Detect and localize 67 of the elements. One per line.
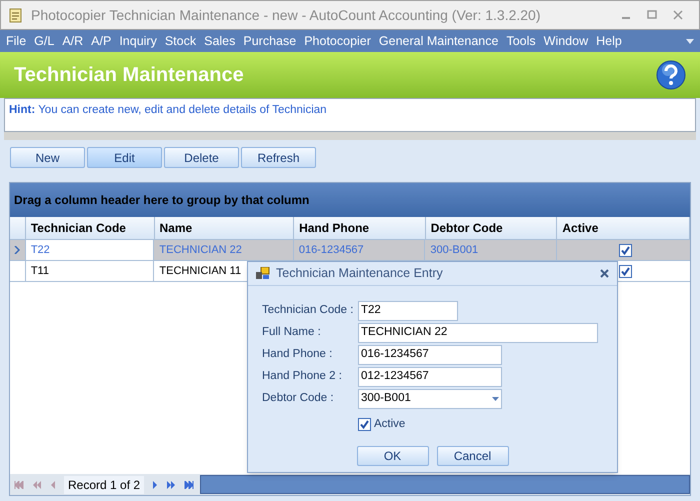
close-icon[interactable]: [600, 269, 609, 278]
field-label: Debtor Code :: [262, 390, 335, 406]
dropdown-icon[interactable]: [686, 38, 694, 44]
table-cell-text: 300-B001: [430, 242, 478, 258]
toolbar-button[interactable]: Delete: [164, 147, 239, 168]
menu-item[interactable]: A/P: [91, 32, 112, 50]
dropdown-field[interactable]: 300-B001: [358, 388, 502, 408]
field-label: Hand Phone 2 :: [262, 368, 343, 384]
menu-item[interactable]: Photocopier: [304, 32, 371, 50]
dialog-button[interactable]: OK: [356, 446, 428, 466]
previous-page-icon[interactable]: [32, 480, 42, 488]
menu-item[interactable]: Sales: [204, 32, 236, 50]
menu-item[interactable]: Help: [596, 32, 622, 50]
column-header[interactable]: Name: [154, 217, 294, 239]
field-label: Hand Phone :: [262, 346, 334, 362]
column-header[interactable]: Debtor Code: [426, 217, 558, 239]
dialog-title: Technician Maintenance Entry: [276, 265, 443, 282]
maximize-icon[interactable]: [647, 10, 657, 20]
input-field[interactable]: TECHNICIAN 22: [358, 322, 598, 342]
input-field[interactable]: T22: [358, 300, 458, 320]
toolbar-button[interactable]: Edit: [87, 147, 162, 168]
table-cell-text: 016-1234567: [298, 242, 364, 258]
window-title: Photocopier Technician Maintenance - new - AutoCount Accounting (Ver: 1.3.2.20): [31, 6, 541, 25]
menu-item[interactable]: Stock: [164, 32, 196, 50]
menu-item[interactable]: Purchase: [243, 32, 296, 50]
table-cell-text: TECHNICIAN 22: [159, 242, 242, 258]
app-icon: [9, 7, 23, 23]
menu-item[interactable]: File: [6, 32, 26, 50]
previous-record-icon[interactable]: [50, 480, 56, 488]
toolbar-button[interactable]: Refresh: [241, 147, 316, 168]
help-icon[interactable]: [656, 60, 686, 90]
table-cell-text: T11: [30, 264, 49, 279]
field-label: Technician Code :: [262, 302, 354, 318]
table-cell-text: T22: [30, 242, 50, 258]
checkbox-label: Active: [374, 417, 406, 432]
input-field[interactable]: 012-1234567: [358, 366, 502, 386]
row-pointer-icon: [14, 246, 20, 254]
dialog-button[interactable]: Cancel: [436, 446, 508, 466]
column-header[interactable]: Technician Code: [26, 217, 155, 239]
menu-item[interactable]: Window: [544, 32, 588, 50]
checkbox[interactable]: [358, 418, 371, 432]
first-record-icon[interactable]: [14, 480, 24, 488]
form-icon: [256, 267, 270, 280]
input-field[interactable]: 016-1234567: [358, 344, 502, 364]
menu-item[interactable]: Inquiry: [119, 32, 157, 50]
next-record-icon[interactable]: [152, 480, 158, 488]
hint-text: Hint: You can create new, edit and delete details of Technician: [9, 104, 327, 116]
group-hint: Drag a column header here to group by that column: [14, 192, 310, 209]
horizontal-scrollbar[interactable]: [200, 475, 690, 494]
last-record-icon[interactable]: [184, 480, 194, 488]
table-cell-text: TECHNICIAN 11: [159, 264, 242, 279]
checkbox[interactable]: [618, 264, 632, 278]
menu-item[interactable]: A/R: [62, 32, 84, 50]
checkbox[interactable]: [618, 244, 632, 256]
menu-item[interactable]: G/L: [34, 32, 54, 50]
toolbar-button[interactable]: New: [10, 147, 85, 168]
menu-item[interactable]: General Maintenance: [378, 32, 498, 50]
next-page-icon[interactable]: [166, 480, 176, 488]
table-row[interactable]: T22 TECHNICIAN 22 016-1234567 300-B001: [10, 240, 690, 261]
page-title: Technician Maintenance: [14, 63, 244, 88]
column-header[interactable]: Hand Phone: [294, 217, 426, 239]
close-icon[interactable]: [673, 10, 683, 20]
column-header[interactable]: Active: [557, 217, 690, 239]
menu-item[interactable]: Tools: [506, 32, 536, 50]
record-counter: Record 1 of 2: [64, 476, 144, 494]
dropdown-arrow-icon: [492, 396, 499, 400]
field-label: Full Name :: [262, 324, 322, 340]
